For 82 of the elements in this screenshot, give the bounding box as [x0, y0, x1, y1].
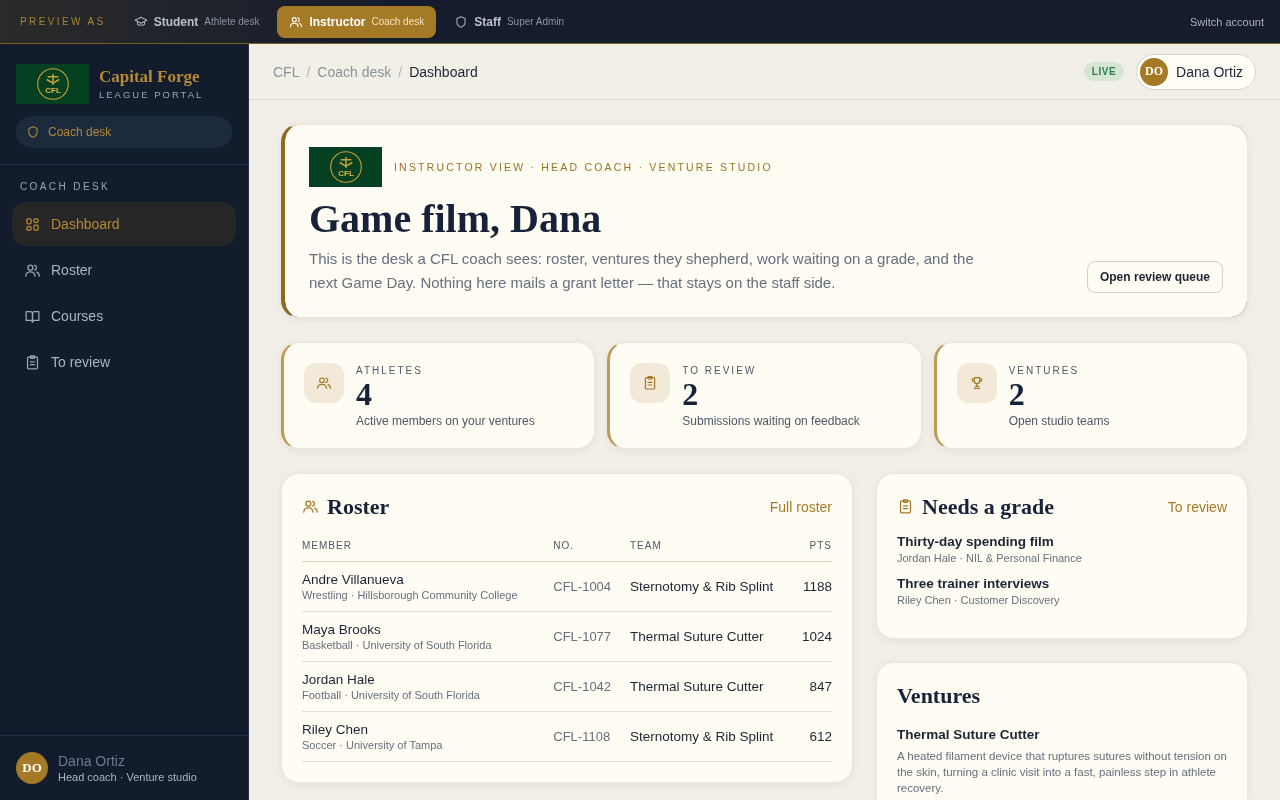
switch-account-link[interactable]: Switch account: [1190, 15, 1264, 28]
column-header: PTS: [796, 533, 832, 562]
full-roster-link[interactable]: Full roster: [769, 498, 832, 515]
team-cell: Sternotomy & Rib Splint: [629, 711, 797, 762]
team-cell: Sternotomy & Rib Splint: [629, 561, 797, 612]
user-name: Dana Ortiz: [58, 753, 126, 769]
section-heading: COACH DESK: [19, 180, 112, 194]
people-icon: [289, 14, 304, 29]
brand-name: Capital Forge: [99, 68, 201, 87]
team-cell: Thermal Suture Cutter: [629, 611, 797, 662]
member-name: Maya Brooks: [302, 621, 382, 637]
breadcrumb-separator: /: [398, 63, 403, 80]
shield-icon: [26, 125, 40, 139]
shield-icon: [454, 14, 469, 29]
member-number: CFL-1004: [553, 561, 630, 612]
nav-item[interactable]: Dashboard: [12, 202, 236, 246]
cap-icon: [133, 14, 148, 29]
user-menu[interactable]: DO Dana Ortiz: [1136, 53, 1256, 90]
user-avatar: DO: [1140, 57, 1169, 86]
member-number: CFL-1042: [553, 661, 630, 712]
points-cell: 847: [796, 661, 832, 712]
submission-detail: Riley Chen · Customer Discovery: [897, 593, 1061, 606]
preview-label: PREVIEW AS: [20, 16, 106, 27]
user-name: Dana Ortiz: [1176, 63, 1243, 80]
live-badge: LIVE: [1083, 62, 1125, 81]
user-avatar: DO: [16, 752, 48, 784]
people-icon: [316, 375, 332, 391]
stat-value: 2: [682, 378, 700, 412]
stat-label: TO REVIEW: [682, 365, 758, 376]
stat-value: 2: [1008, 378, 1026, 412]
team-cell: Thermal Suture Cutter: [629, 661, 797, 712]
desk-chip: Coach desk: [16, 116, 232, 148]
role-tab[interactable]: Staff Super Admin: [442, 5, 577, 38]
column-header: NO.: [553, 533, 630, 562]
venture-name: Thermal Suture Cutter: [897, 726, 1041, 742]
column-header: MEMBER: [302, 533, 554, 562]
stat-note: Active members on your ventures: [356, 413, 535, 428]
submission-detail: Jordan Hale · NIL & Personal Finance: [897, 551, 1083, 564]
people-icon: [302, 498, 319, 516]
hero-text: This is the desk a CFL coach sees: roster, ventures they shepherd, work waiting on a grade, and the next Game Day. Nothing here mails a grant letter — that stays on the staff side.: [309, 249, 974, 293]
stat-note: Submissions waiting on feedback: [682, 413, 860, 428]
card-title: Needs a grade: [922, 493, 1054, 520]
review-queue-button[interactable]: Open review queue: [1086, 261, 1223, 293]
member-detail: Basketball · University of South Florida: [302, 638, 493, 651]
clipboard-icon: [897, 498, 914, 516]
stat-note: Open studio teams: [1008, 413, 1110, 428]
user-role: Head coach · Venture studio: [58, 771, 197, 783]
member-number: CFL-1077: [553, 611, 630, 662]
card-title: Roster: [327, 493, 390, 520]
points-cell: 1188: [796, 561, 832, 612]
league-logo: CFL: [16, 64, 89, 104]
breadcrumb-item: Dashboard: [409, 63, 478, 80]
points-cell: 1024: [796, 611, 832, 662]
grid-icon: [24, 215, 41, 233]
points-cell: 612: [796, 711, 832, 762]
submission-title[interactable]: Thirty-day spending film: [897, 533, 1227, 549]
hero-eyebrow: INSTRUCTOR VIEW · HEAD COACH · VENTURE STUDIO: [394, 161, 773, 173]
member-name: Riley Chen: [302, 721, 370, 737]
stat-value: 4: [356, 378, 373, 412]
role-tab[interactable]: Instructor Coach desk: [277, 5, 437, 38]
nav-item[interactable]: Roster: [12, 248, 236, 292]
breadcrumb-separator: /: [306, 63, 311, 80]
clipboard-icon: [24, 353, 41, 371]
member-name: Andre Villanueva: [302, 571, 405, 587]
stat-label: ATHLETES: [356, 365, 424, 376]
column-header: TEAM: [629, 533, 797, 562]
member-detail: Wrestling · Hillsborough Community College: [302, 588, 519, 601]
submission-title[interactable]: Three trainer interviews: [897, 575, 1227, 591]
nav-item[interactable]: Courses: [12, 294, 236, 338]
member-number: CFL-1108: [553, 711, 630, 762]
nav-item[interactable]: To review: [12, 340, 236, 384]
member-detail: Football · University of South Florida: [302, 688, 481, 701]
league-logo: CFL: [309, 147, 382, 187]
member-detail: Soccer · University of Tampa: [302, 738, 444, 751]
card-title: Ventures: [897, 682, 981, 709]
hero-title: Game film, Dana: [309, 199, 603, 239]
role-tab[interactable]: Student Athlete desk: [121, 5, 272, 38]
member-name: Jordan Hale: [302, 671, 376, 687]
to-review-link[interactable]: To review: [1167, 498, 1227, 515]
venture-description: A heated filament device that ruptures sutures without tension on the skin, turning a clinic visit into a fast, painless step in athlete recovery.: [897, 748, 1227, 796]
stat-label: VENTURES: [1008, 365, 1081, 376]
brand-tagline: LEAGUE PORTAL: [99, 88, 204, 100]
